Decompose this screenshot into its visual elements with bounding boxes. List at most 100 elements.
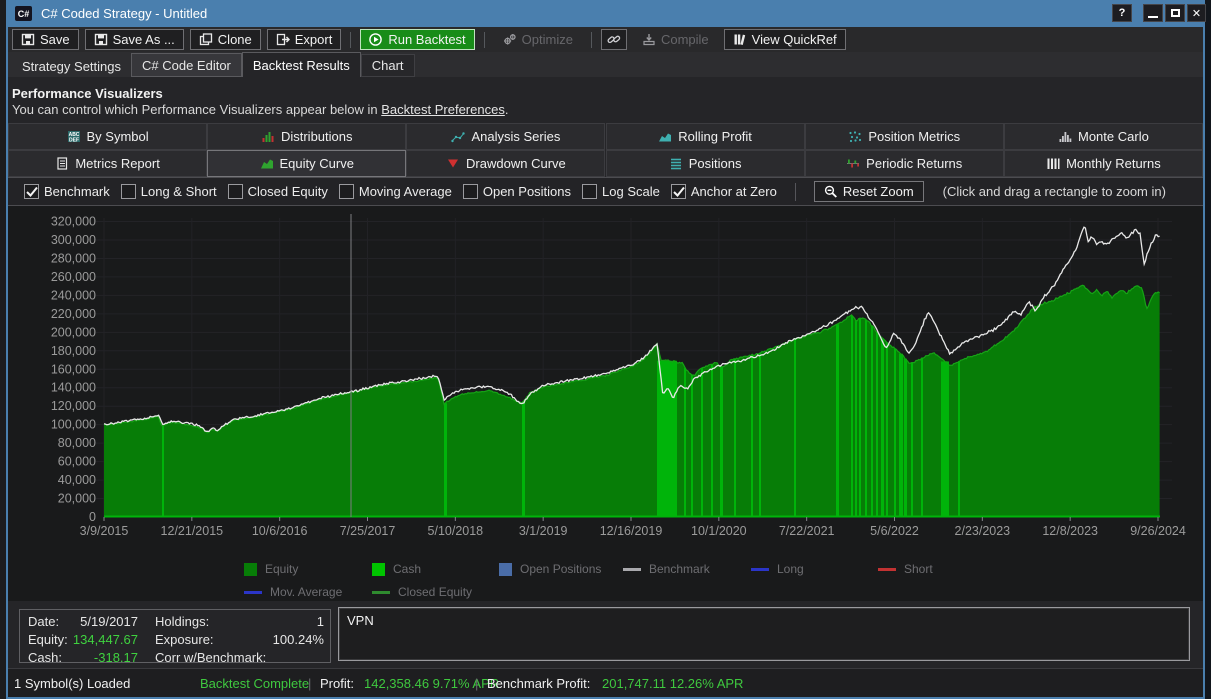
svg-text:12/21/2015: 12/21/2015 xyxy=(161,524,224,538)
button-label: Compile xyxy=(661,32,709,47)
symbols-loaded-status: 1 Symbol(s) Loaded xyxy=(14,676,130,691)
visualizer-tab-equity-curve[interactable]: Equity Curve xyxy=(207,150,406,177)
visualizer-tab-distributions[interactable]: Distributions xyxy=(207,123,406,150)
legend-item-long: Long xyxy=(751,562,804,576)
positions-icon xyxy=(669,157,683,170)
distributions-icon xyxy=(261,130,275,143)
legend-label: Equity xyxy=(265,562,298,576)
optimize-button[interactable]: Optimize xyxy=(494,29,582,50)
tab-backtest-results[interactable]: Backtest Results xyxy=(242,52,361,77)
svg-text:300,000: 300,000 xyxy=(51,233,96,247)
checkbox-box[interactable] xyxy=(24,184,39,199)
visualizer-tab-metrics-report[interactable]: Metrics Report xyxy=(8,150,207,177)
button-label: Export xyxy=(295,32,333,47)
visualizer-tab-label: Equity Curve xyxy=(280,156,354,171)
export-icon xyxy=(276,33,290,46)
svg-text:60,000: 60,000 xyxy=(58,455,96,469)
symbol-entry-box[interactable]: VPN xyxy=(338,607,1190,661)
gears-icon xyxy=(503,33,517,46)
checkbox-box[interactable] xyxy=(121,184,136,199)
save-button[interactable]: Save xyxy=(12,29,79,50)
help-button[interactable]: ? xyxy=(1112,4,1132,22)
checkbox-log-scale[interactable]: Log Scale xyxy=(582,184,660,199)
toolbar-separator xyxy=(350,32,351,48)
legend-label: Closed Equity xyxy=(398,585,472,599)
svg-text:280,000: 280,000 xyxy=(51,251,96,265)
reset-zoom-button[interactable]: Reset Zoom xyxy=(814,181,924,202)
button-label: Optimize xyxy=(522,32,573,47)
checkbox-benchmark[interactable]: Benchmark xyxy=(24,184,110,199)
visualizer-tab-analysis-series[interactable]: Analysis Series xyxy=(406,123,605,150)
visualizer-tab-periodic-returns[interactable]: Periodic Returns xyxy=(805,150,1004,177)
toolbar-separator xyxy=(591,32,592,48)
profit-label: Profit: xyxy=(320,676,354,691)
svg-text:140,000: 140,000 xyxy=(51,381,96,395)
symbol-text: VPN xyxy=(347,613,374,628)
chart-plot[interactable]: 3/9/201512/21/201510/6/20167/25/20175/10… xyxy=(8,206,1203,601)
clone-button[interactable]: Clone xyxy=(190,29,261,50)
visualizer-tab-by-symbol[interactable]: ABCDEFBy Symbol xyxy=(8,123,207,150)
analysis-series-icon xyxy=(451,130,465,143)
save-as-button[interactable]: Save As ... xyxy=(85,29,184,50)
minimize-button[interactable] xyxy=(1143,4,1163,22)
button-label: Save xyxy=(40,32,70,47)
checkbox-box[interactable] xyxy=(339,184,354,199)
tab-chart[interactable]: Chart xyxy=(361,54,415,77)
floppy-icon xyxy=(21,33,35,46)
checkbox-anchor-at-zero[interactable]: Anchor at Zero xyxy=(671,184,777,199)
checkbox-box[interactable] xyxy=(463,184,478,199)
csharp-app-icon: C# xyxy=(15,6,32,21)
export-button[interactable]: Export xyxy=(267,29,342,50)
maximize-button[interactable] xyxy=(1165,4,1185,22)
checkbox-closed-equity[interactable]: Closed Equity xyxy=(228,184,328,199)
legend-item-cash: Cash xyxy=(372,562,421,576)
page-subtitle: You can control which Performance Visual… xyxy=(12,102,508,117)
legend-item-short: Short xyxy=(878,562,933,576)
close-button[interactable]: ✕ xyxy=(1187,4,1206,22)
visualizer-tab-monthly-returns[interactable]: Monthly Returns xyxy=(1004,150,1203,177)
button-label: View QuickRef xyxy=(752,32,837,47)
checkbox-long-short[interactable]: Long & Short xyxy=(121,184,217,199)
status-separator: | xyxy=(308,676,311,691)
subtitle-suffix: . xyxy=(505,102,509,117)
svg-text:3/9/2015: 3/9/2015 xyxy=(80,524,129,538)
button-label: Save As ... xyxy=(113,32,175,47)
clone-icon xyxy=(199,33,213,46)
checkbox-label: Closed Equity xyxy=(248,184,328,199)
equity-curve-chart[interactable]: 3/9/201512/21/201510/6/20167/25/20175/10… xyxy=(8,206,1203,601)
visualizer-tab-positions[interactable]: Positions xyxy=(606,150,805,177)
books-icon xyxy=(733,33,747,46)
title-bar[interactable]: C# C# Coded Strategy - Untitled xyxy=(8,0,1203,27)
equity-curve-icon xyxy=(260,157,274,170)
visualizer-tab-drawdown-curve[interactable]: Drawdown Curve xyxy=(406,150,605,177)
status-bar: 1 Symbol(s) Loaded Backtest Complete | P… xyxy=(8,668,1203,697)
run-backtest-button[interactable]: Run Backtest xyxy=(360,29,474,50)
backtest-preferences-link[interactable]: Backtest Preferences xyxy=(381,102,505,117)
legend-label: Benchmark xyxy=(649,562,710,576)
visualizer-tab-monte-carlo[interactable]: Monte Carlo xyxy=(1004,123,1203,150)
toolbar: Save Save As ... Clone Export Run Backtest Op… xyxy=(8,27,1203,52)
checkbox-open-positions[interactable]: Open Positions xyxy=(463,184,571,199)
tab-strategy-settings[interactable]: Strategy Settings xyxy=(12,55,131,77)
checkbox-moving-average[interactable]: Moving Average xyxy=(339,184,452,199)
visualizer-tab-position-metrics[interactable]: Position Metrics xyxy=(805,123,1004,150)
link-button[interactable] xyxy=(601,29,627,50)
compile-button[interactable]: Compile xyxy=(633,29,718,50)
profit-value: 142,358.46 9.71% APR xyxy=(364,676,499,691)
visualizer-tab-rolling-profit[interactable]: Rolling Profit xyxy=(606,123,805,150)
legend-swatch xyxy=(244,563,257,576)
view-quickref-button[interactable]: View QuickRef xyxy=(724,29,846,50)
legend-swatch xyxy=(372,563,385,576)
visualizer-tab-label: Monte Carlo xyxy=(1078,129,1149,144)
main-tab-bar: Strategy SettingsC# Code EditorBacktest … xyxy=(8,52,1203,77)
checkbox-box[interactable] xyxy=(228,184,243,199)
checkbox-box[interactable] xyxy=(582,184,597,199)
checkbox-box[interactable] xyxy=(671,184,686,199)
visualizer-tab-label: Monthly Returns xyxy=(1066,156,1161,171)
subtitle-text: You can control which Performance Visual… xyxy=(12,102,381,117)
status-separator: | xyxy=(475,676,478,691)
tab-c-code-editor[interactable]: C# Code Editor xyxy=(131,53,242,77)
legend-label: Mov. Average xyxy=(270,585,342,599)
stat-label-holdings: Holdings: xyxy=(155,614,209,629)
stat-value-exposure: 100.24% xyxy=(244,632,324,647)
